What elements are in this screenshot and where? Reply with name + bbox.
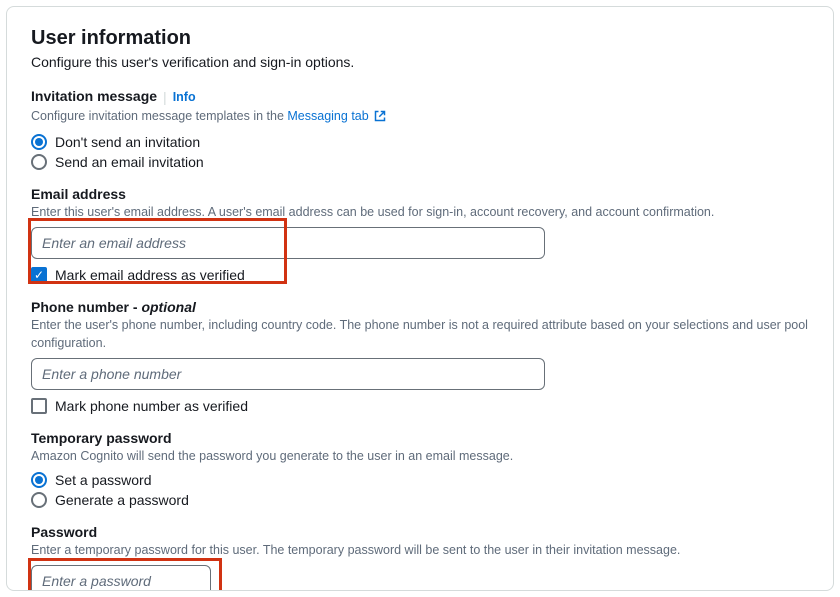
invitation-label-row: Invitation message | Info (31, 88, 809, 106)
radio-icon (31, 472, 47, 488)
radio-label: Don't send an invitation (55, 134, 200, 150)
password-label: Password (31, 524, 809, 540)
phone-input[interactable] (31, 358, 545, 390)
invitation-option-dont-send[interactable]: Don't send an invitation (31, 134, 809, 150)
email-label: Email address (31, 186, 809, 202)
email-helper: Enter this user's email address. A user'… (31, 204, 809, 222)
invitation-option-email[interactable]: Send an email invitation (31, 154, 809, 170)
checkbox-label: Mark phone number as verified (55, 398, 248, 414)
phone-label: Phone number - optional (31, 299, 809, 315)
radio-label: Set a password (55, 472, 152, 488)
external-link-icon (374, 110, 386, 128)
temp-password-label: Temporary password (31, 430, 809, 446)
password-helper: Enter a temporary password for this user… (31, 542, 809, 560)
temp-password-option-set[interactable]: Set a password (31, 472, 809, 488)
password-section: Password Enter a temporary password for … (31, 524, 809, 592)
user-information-panel: User information Configure this user's v… (6, 6, 834, 591)
email-input[interactable] (31, 227, 545, 259)
email-verified-checkbox[interactable]: Mark email address as verified (31, 267, 809, 283)
radio-label: Generate a password (55, 492, 189, 508)
phone-verified-checkbox[interactable]: Mark phone number as verified (31, 398, 809, 414)
phone-helper: Enter the user's phone number, including… (31, 317, 809, 352)
invitation-label: Invitation message (31, 88, 157, 104)
radio-icon (31, 492, 47, 508)
invitation-info-link[interactable]: Info (173, 90, 196, 104)
page-title: User information (31, 27, 809, 50)
password-input[interactable] (31, 565, 211, 591)
separator: | (163, 89, 167, 105)
radio-label: Send an email invitation (55, 154, 204, 170)
checkbox-label: Mark email address as verified (55, 267, 245, 283)
email-section: Email address Enter this user's email ad… (31, 186, 809, 284)
temp-password-section: Temporary password Amazon Cognito will s… (31, 430, 809, 508)
messaging-tab-link[interactable]: Messaging tab (287, 109, 368, 123)
invitation-helper: Configure invitation message templates i… (31, 108, 809, 128)
checkbox-icon (31, 267, 47, 283)
radio-icon (31, 134, 47, 150)
temp-password-option-generate[interactable]: Generate a password (31, 492, 809, 508)
radio-icon (31, 154, 47, 170)
checkbox-icon (31, 398, 47, 414)
temp-password-helper: Amazon Cognito will send the password yo… (31, 448, 809, 466)
phone-section: Phone number - optional Enter the user's… (31, 299, 809, 414)
page-subtitle: Configure this user's verification and s… (31, 54, 809, 70)
